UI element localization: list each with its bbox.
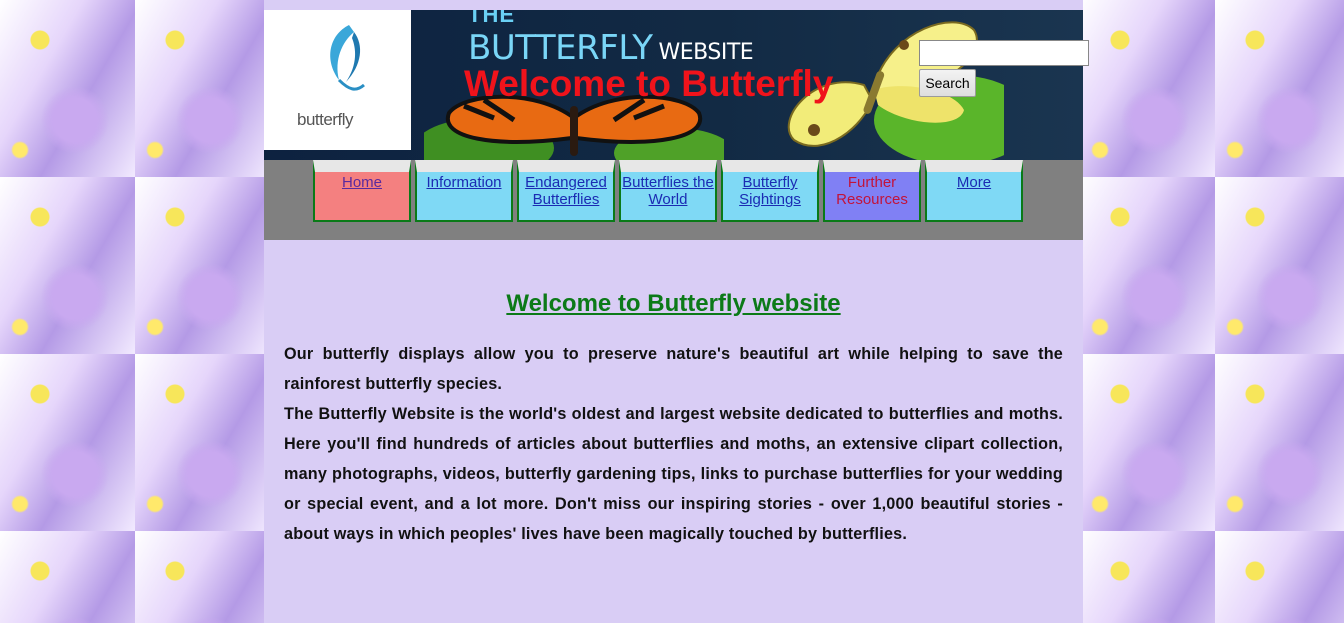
nav-link-information[interactable]: Information	[426, 174, 501, 191]
nav-link-further-resources[interactable]: Further Resources	[836, 174, 908, 208]
butterfly-logo-icon	[330, 25, 365, 91]
nav-link-home[interactable]: Home	[342, 174, 382, 191]
nav-item-butterflies-the-world[interactable]: Butterflies the World	[619, 160, 717, 222]
nav-item-butterfly-sightings[interactable]: Butterfly Sightings	[721, 160, 819, 222]
nav-link-butterfly-sightings[interactable]: Butterfly Sightings	[739, 174, 801, 208]
search-input[interactable]	[919, 40, 1089, 66]
nav-item-home[interactable]: Home	[313, 160, 411, 222]
logo[interactable]: butterfly	[264, 10, 411, 150]
search-button[interactable]: Search	[919, 69, 976, 97]
nav-item-more[interactable]: More	[925, 160, 1023, 222]
nav-item-endangered-butterflies[interactable]: Endangered Butterflies	[517, 160, 615, 222]
nav-link-more[interactable]: More	[957, 174, 991, 191]
description-paragraph: The Butterfly Website is the world's old…	[284, 405, 1063, 543]
brand-title: BUTTERFLY WEBSITE	[468, 28, 754, 68]
page-title: Welcome to Butterfly website	[506, 290, 841, 317]
banner-welcome-heading: Welcome to Butterfly	[464, 63, 834, 104]
brand-main-text: BUTTERFLY	[468, 28, 653, 68]
intro-paragraph: Our butterfly displays allow you to pres…	[284, 345, 1063, 393]
nav-link-endangered-butterflies[interactable]: Endangered Butterflies	[525, 174, 607, 208]
nav-item-information[interactable]: Information	[415, 160, 513, 222]
logo-text: butterfly	[297, 110, 353, 129]
brand-small-text: WEBSITE	[658, 40, 754, 65]
nav-link-butterflies-the-world[interactable]: Butterflies the World	[622, 174, 714, 208]
main-navigation: Home Information Endangered Butterflies …	[264, 160, 1083, 240]
nav-item-further-resources[interactable]: Further Resources	[823, 160, 921, 222]
content-body: Our butterfly displays allow you to pres…	[284, 339, 1063, 549]
nav-list: Home Information Endangered Butterflies …	[313, 160, 1023, 222]
brand-top-text: THE	[468, 10, 515, 27]
page-container: butterfly THE BUTTERFLY WEBSITE Welcome t…	[264, 0, 1089, 623]
